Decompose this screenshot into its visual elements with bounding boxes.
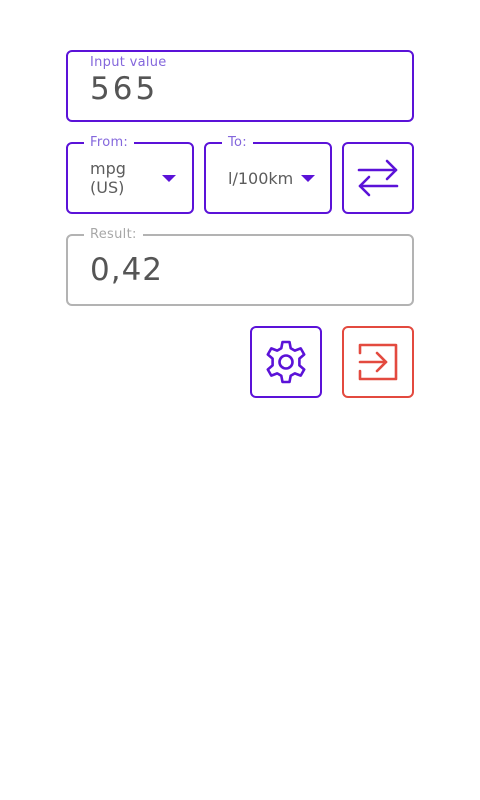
caret-down-icon: [162, 175, 176, 182]
unit-converter-screen: Input value 565 From: mpg (US) To: l/100…: [0, 0, 480, 800]
from-unit-select[interactable]: From: mpg (US): [66, 135, 194, 214]
input-value-field[interactable]: Input value 565: [66, 50, 414, 122]
input-value-text[interactable]: 565: [90, 69, 158, 109]
input-value-label: Input value: [90, 55, 167, 70]
result-field: Result: 0,42: [66, 227, 414, 306]
swap-units-button[interactable]: [342, 142, 414, 214]
settings-button[interactable]: [250, 326, 322, 398]
from-selected-unit: mpg (US): [90, 159, 126, 197]
swap-arrows-icon: [357, 159, 399, 197]
to-selected-unit: l/100km: [228, 169, 294, 188]
exit-button[interactable]: [342, 326, 414, 398]
gear-icon: [266, 340, 306, 384]
to-label: To:: [222, 135, 253, 151]
exit-icon: [358, 343, 398, 381]
caret-down-icon: [301, 175, 315, 182]
result-value: 0,42: [90, 252, 164, 288]
result-label: Result:: [84, 227, 143, 243]
to-unit-select[interactable]: To: l/100km: [204, 135, 332, 214]
from-label: From:: [84, 135, 135, 151]
